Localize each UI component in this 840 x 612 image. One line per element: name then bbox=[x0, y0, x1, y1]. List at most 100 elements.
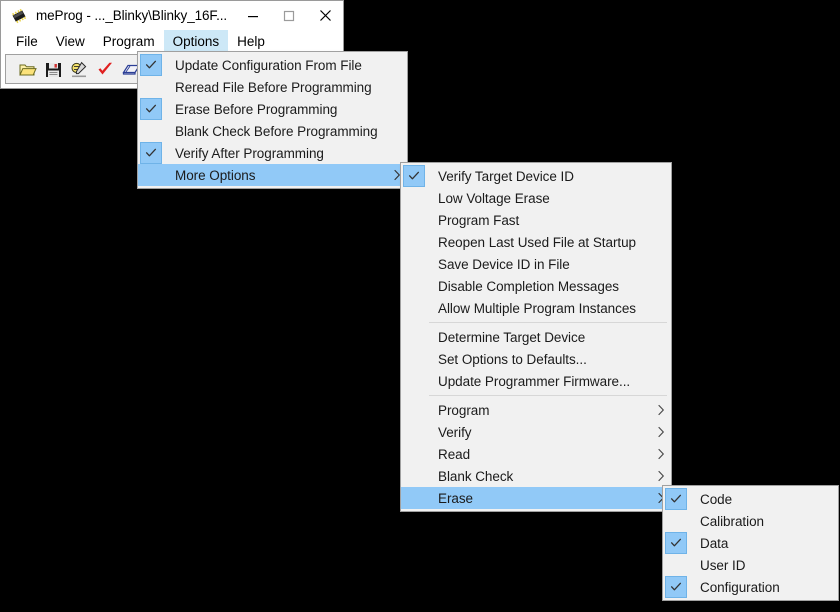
checkmark-slot bbox=[403, 399, 425, 421]
checkmark-slot bbox=[140, 164, 162, 186]
menu-item-allow-multiple-program-instances[interactable]: Allow Multiple Program Instances bbox=[401, 297, 671, 319]
menu-item-disable-completion-messages[interactable]: Disable Completion Messages bbox=[401, 275, 671, 297]
checkmark-slot bbox=[403, 421, 425, 443]
menu-item-label: Update Programmer Firmware... bbox=[438, 373, 631, 389]
menu-item-low-voltage-erase[interactable]: Low Voltage Erase bbox=[401, 187, 671, 209]
menu-item-label: Verify After Programming bbox=[175, 145, 324, 161]
checkmark-slot bbox=[403, 187, 425, 209]
menubar-item-program[interactable]: Program bbox=[94, 30, 164, 52]
checkmark-slot bbox=[403, 487, 425, 509]
menubar-item-view[interactable]: View bbox=[47, 30, 94, 52]
menu-item-blank-check-before-programming[interactable]: Blank Check Before Programming bbox=[138, 120, 407, 142]
menubar-item-options[interactable]: Options bbox=[163, 30, 229, 52]
menu-item-label: Verify bbox=[438, 424, 472, 440]
chevron-right-icon bbox=[651, 448, 671, 460]
menu-item-program-fast[interactable]: Program Fast bbox=[401, 209, 671, 231]
menu-item-program[interactable]: Program bbox=[401, 399, 671, 421]
menu-item-label: Set Options to Defaults... bbox=[438, 351, 587, 367]
checkmark-icon bbox=[665, 576, 687, 598]
menu-item-verify-target-device-id[interactable]: Verify Target Device ID bbox=[401, 165, 671, 187]
checkmark-slot bbox=[665, 554, 687, 576]
menu-item-label: Erase bbox=[438, 490, 474, 506]
menu-item-label: Blank Check bbox=[438, 468, 514, 484]
menu-item-reopen-last-used-file-at-startup[interactable]: Reopen Last Used File at Startup bbox=[401, 231, 671, 253]
menu-item-label: Blank Check Before Programming bbox=[175, 123, 378, 139]
checkmark-slot bbox=[140, 120, 162, 142]
close-button[interactable] bbox=[307, 2, 343, 30]
menubar-item-help[interactable]: Help bbox=[228, 30, 274, 52]
menu-item-label: Data bbox=[700, 535, 729, 551]
maximize-button[interactable] bbox=[271, 2, 307, 30]
menu-item-save-device-id-in-file[interactable]: Save Device ID in File bbox=[401, 253, 671, 275]
checkmark-slot bbox=[665, 510, 687, 532]
menu-item-label: Save Device ID in File bbox=[438, 256, 570, 272]
open-file-icon[interactable] bbox=[14, 56, 40, 82]
menu-item-label: Allow Multiple Program Instances bbox=[438, 300, 636, 316]
erase-submenu: Code Calibration Data User ID Configurat… bbox=[662, 485, 839, 601]
chevron-right-icon bbox=[651, 404, 671, 416]
checkmark-slot bbox=[403, 209, 425, 231]
menu-item-label: Reread File Before Programming bbox=[175, 79, 372, 95]
menu-item-label: User ID bbox=[700, 557, 746, 573]
menu-item-erase-data[interactable]: Data bbox=[663, 532, 838, 554]
checkmark-icon bbox=[403, 165, 425, 187]
checkmark-icon bbox=[665, 488, 687, 510]
menu-item-label: Update Configuration From File bbox=[175, 57, 362, 73]
menu-item-erase[interactable]: Erase bbox=[401, 487, 671, 509]
checkmark-icon bbox=[140, 54, 162, 76]
checkmark-slot bbox=[403, 465, 425, 487]
title-bar: meProg - ..._Blinky\Blinky_16F... bbox=[1, 1, 343, 30]
chip-icon bbox=[9, 6, 29, 26]
menu-item-verify[interactable]: Verify bbox=[401, 421, 671, 443]
menu-item-label: Calibration bbox=[700, 513, 764, 529]
menu-item-label: Program bbox=[438, 402, 490, 418]
menu-item-label: Program Fast bbox=[438, 212, 520, 228]
menu-item-reread-file-before-programming[interactable]: Reread File Before Programming bbox=[138, 76, 407, 98]
menu-item-label: Disable Completion Messages bbox=[438, 278, 619, 294]
menu-item-label: Determine Target Device bbox=[438, 329, 586, 345]
menu-separator bbox=[429, 322, 667, 323]
menu-item-label: Verify Target Device ID bbox=[438, 168, 574, 184]
checkmark-slot bbox=[403, 348, 425, 370]
verify-check-icon[interactable] bbox=[92, 56, 118, 82]
menu-item-erase-user-id[interactable]: User ID bbox=[663, 554, 838, 576]
checkmark-slot bbox=[403, 297, 425, 319]
menu-item-label: Erase Before Programming bbox=[175, 101, 338, 117]
menu-item-blank-check[interactable]: Blank Check bbox=[401, 465, 671, 487]
checkmark-slot bbox=[140, 76, 162, 98]
menu-item-more-options[interactable]: More Options bbox=[138, 164, 407, 186]
menu-item-set-options-to-defaults[interactable]: Set Options to Defaults... bbox=[401, 348, 671, 370]
menu-item-label: Low Voltage Erase bbox=[438, 190, 550, 206]
menu-item-erase-before-programming[interactable]: Erase Before Programming bbox=[138, 98, 407, 120]
menu-item-update-programmer-firmware[interactable]: Update Programmer Firmware... bbox=[401, 370, 671, 392]
chevron-right-icon bbox=[651, 470, 671, 482]
checkmark-slot bbox=[403, 275, 425, 297]
menu-item-read[interactable]: Read bbox=[401, 443, 671, 465]
menu-item-label: More Options bbox=[175, 167, 256, 183]
menu-item-erase-code[interactable]: Code bbox=[663, 488, 838, 510]
menu-separator bbox=[429, 395, 667, 396]
menu-item-label: Reopen Last Used File at Startup bbox=[438, 234, 637, 250]
menu-item-determine-target-device[interactable]: Determine Target Device bbox=[401, 326, 671, 348]
menu-item-verify-after-programming[interactable]: Verify After Programming bbox=[138, 142, 407, 164]
checkmark-slot bbox=[403, 370, 425, 392]
menu-item-erase-calibration[interactable]: Calibration bbox=[663, 510, 838, 532]
checkmark-slot bbox=[403, 253, 425, 275]
minimize-button[interactable] bbox=[235, 2, 271, 30]
save-file-icon[interactable] bbox=[40, 56, 66, 82]
program-device-icon[interactable] bbox=[66, 56, 92, 82]
menubar-item-file[interactable]: File bbox=[7, 30, 47, 52]
checkmark-icon bbox=[665, 532, 687, 554]
menu-item-label: Read bbox=[438, 446, 471, 462]
checkmark-icon bbox=[140, 98, 162, 120]
options-menu: Update Configuration From File Reread Fi… bbox=[137, 51, 408, 189]
checkmark-slot bbox=[403, 231, 425, 253]
menu-item-erase-configuration[interactable]: Configuration bbox=[663, 576, 838, 598]
menu-item-update-configuration-from-file[interactable]: Update Configuration From File bbox=[138, 54, 407, 76]
chevron-right-icon bbox=[651, 426, 671, 438]
window-title: meProg - ..._Blinky\Blinky_16F... bbox=[36, 8, 228, 23]
menu-bar: File View Program Options Help bbox=[1, 30, 343, 52]
checkmark-slot bbox=[403, 326, 425, 348]
menu-item-label: Configuration bbox=[700, 579, 780, 595]
menu-item-label: Code bbox=[700, 491, 733, 507]
